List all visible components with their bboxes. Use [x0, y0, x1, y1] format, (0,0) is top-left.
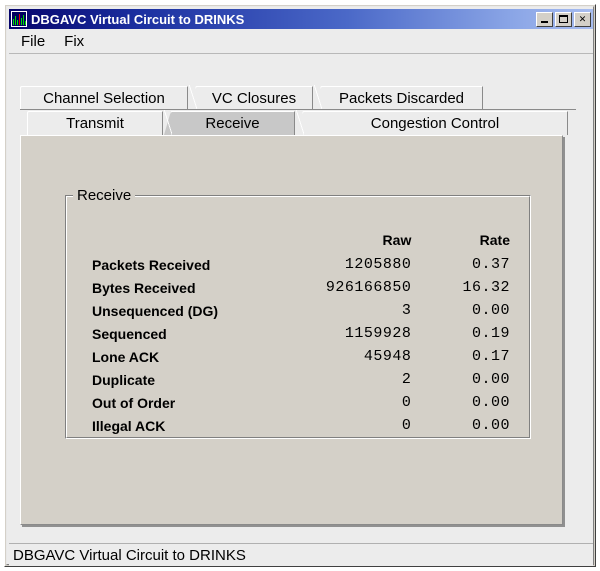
row-label: Unsequenced (DG)	[92, 302, 219, 319]
receive-group-box: Receive Raw Rate Packets Received 120588…	[65, 187, 531, 439]
maximize-button[interactable]	[555, 11, 572, 27]
row-raw-value: 1159928	[344, 325, 412, 342]
row-label: Sequenced	[92, 325, 167, 342]
tab-row-top: Channel Selection VC Closures Packets Di…	[20, 85, 483, 110]
row-raw-value: 1205880	[344, 256, 412, 273]
row-label: Bytes Received	[92, 279, 196, 296]
tab-label: Channel Selection	[43, 90, 165, 107]
row-rate-value: 0.19	[471, 325, 510, 342]
tab-congestion-control[interactable]: Congestion Control	[296, 110, 568, 135]
column-header-raw: Raw	[382, 232, 412, 248]
row-label: Duplicate	[92, 371, 156, 388]
minimize-button[interactable]	[536, 11, 553, 27]
menu-item-fix[interactable]: Fix	[57, 32, 91, 51]
table-row: Duplicate 2 0.00	[92, 368, 512, 391]
panel-shadow-right	[563, 137, 565, 527]
row-rate-value: 0.37	[471, 256, 510, 273]
tab-label: Packets Discarded	[338, 90, 465, 107]
table-row: Sequenced 1159928 0.19	[92, 322, 512, 345]
tab-label: Congestion Control	[370, 115, 500, 132]
row-raw-value: 2	[401, 371, 412, 388]
group-box-title: Receive	[73, 187, 136, 204]
table-row: Packets Received 1205880 0.37	[92, 253, 512, 276]
row-raw-value: 0	[401, 394, 412, 411]
row-rate-value: 0.00	[471, 302, 510, 319]
tab-content-panel: Receive Raw Rate Packets Received 120588…	[20, 135, 563, 525]
table-row: Out of Order 0 0.00	[92, 391, 512, 414]
row-rate-value: 0.17	[471, 348, 510, 365]
window-title: DBGAVC Virtual Circuit to DRINKS	[31, 11, 245, 27]
panel-shadow-bottom	[22, 525, 565, 527]
window-inner-frame: DBGAVC Virtual Circuit to DRINKS ✕ File …	[6, 6, 594, 566]
tab-transmit[interactable]: Transmit	[27, 111, 163, 135]
status-bar: DBGAVC Virtual Circuit to DRINKS	[9, 543, 593, 566]
menu-item-file[interactable]: File	[14, 32, 52, 51]
row-rate-value: 16.32	[462, 279, 510, 296]
row-rate-value: 0.00	[471, 417, 510, 434]
row-raw-value: 3	[401, 302, 412, 319]
row-raw-value: 926166850	[325, 279, 412, 296]
row-label: Packets Received	[92, 256, 211, 273]
close-button[interactable]: ✕	[574, 11, 591, 27]
table-row: Unsequenced (DG) 3 0.00	[92, 299, 512, 322]
status-bar-text: DBGAVC Virtual Circuit to DRINKS	[13, 546, 246, 564]
column-header-name	[92, 227, 265, 253]
row-label: Out of Order	[92, 394, 176, 411]
tab-packets-discarded[interactable]: Packets Discarded	[314, 85, 483, 110]
tab-row-bottom: Transmit Receive Congestion Control	[20, 110, 568, 135]
row-label: Illegal ACK	[92, 417, 166, 434]
table-header-row: Raw Rate	[92, 227, 512, 253]
tab-label: VC Closures	[211, 90, 297, 107]
tab-label: Transmit	[66, 115, 124, 132]
tab-vc-closures[interactable]: VC Closures	[189, 85, 313, 110]
row-raw-value: 0	[401, 417, 412, 434]
tab-label: Receive	[205, 115, 260, 132]
tab-channel-selection[interactable]: Channel Selection	[20, 86, 188, 110]
title-bar[interactable]: DBGAVC Virtual Circuit to DRINKS ✕	[9, 9, 593, 29]
tabbed-pane: Channel Selection VC Closures Packets Di…	[20, 85, 576, 531]
row-rate-value: 0.00	[471, 394, 510, 411]
table-row: Illegal ACK 0 0.00	[92, 414, 512, 437]
application-window: DBGAVC Virtual Circuit to DRINKS ✕ File …	[4, 4, 596, 567]
row-raw-value: 45948	[363, 348, 412, 365]
menu-bar: File Fix	[9, 29, 593, 53]
table-row: Bytes Received 926166850 16.32	[92, 276, 512, 299]
column-header-rate: Rate	[479, 232, 510, 248]
tab-receive[interactable]: Receive	[164, 110, 295, 135]
table-row: Lone ACK 45948 0.17	[92, 345, 512, 368]
bar-chart-icon	[11, 11, 27, 27]
row-label: Lone ACK	[92, 348, 160, 365]
row-rate-value: 0.00	[471, 371, 510, 388]
receive-stats-table: Raw Rate Packets Received 1205880 0.37 B…	[92, 227, 512, 437]
close-icon: ✕	[578, 13, 587, 24]
client-area: Channel Selection VC Closures Packets Di…	[9, 53, 593, 543]
